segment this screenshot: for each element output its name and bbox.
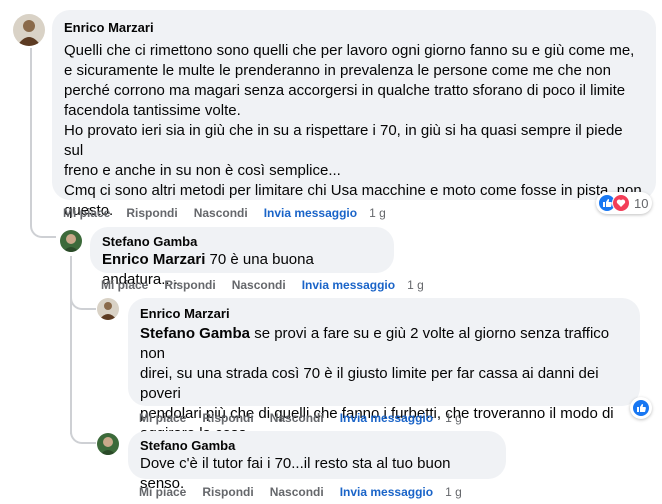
comment-bubble: Enrico Marzari Quelli che ci rimettono s… bbox=[52, 10, 656, 219]
thread-line bbox=[70, 256, 72, 434]
thread-line bbox=[70, 290, 96, 310]
like-icon bbox=[632, 399, 650, 417]
reply-button[interactable]: Rispondi bbox=[202, 485, 253, 499]
comment-actions: Mi piace Rispondi Nascondi Invia messagg… bbox=[63, 205, 402, 221]
avatar[interactable] bbox=[13, 14, 45, 46]
timestamp[interactable]: 1 g bbox=[407, 278, 424, 292]
comment-author[interactable]: Stefano Gamba bbox=[140, 438, 494, 454]
comment-actions: Mi piace Rispondi Nascondi Invia messagg… bbox=[139, 410, 478, 426]
hide-button[interactable]: Nascondi bbox=[270, 485, 324, 499]
timestamp[interactable]: 1 g bbox=[369, 206, 386, 220]
like-button[interactable]: Mi piace bbox=[139, 485, 186, 499]
comment-author[interactable]: Enrico Marzari bbox=[140, 306, 628, 322]
hide-button[interactable]: Nascondi bbox=[270, 411, 324, 425]
mention-link[interactable]: Stefano Gamba bbox=[140, 325, 250, 342]
like-button[interactable]: Mi piace bbox=[101, 278, 148, 292]
send-message-button[interactable]: Invia messaggio bbox=[340, 485, 433, 499]
send-message-button[interactable]: Invia messaggio bbox=[264, 206, 357, 220]
love-icon bbox=[612, 194, 630, 212]
hide-button[interactable]: Nascondi bbox=[194, 206, 248, 220]
comment-author[interactable]: Stefano Gamba bbox=[102, 234, 382, 250]
comment-author[interactable]: Enrico Marzari bbox=[64, 20, 644, 36]
comment-bubble: Stefano Gamba Enrico Marzari 70 è una bu… bbox=[90, 227, 394, 288]
reactions-summary[interactable] bbox=[630, 397, 652, 419]
thread-line bbox=[70, 420, 96, 444]
reactions-summary[interactable]: 10 bbox=[596, 192, 653, 214]
like-button[interactable]: Mi piace bbox=[139, 411, 186, 425]
mention-link[interactable]: Enrico Marzari bbox=[102, 251, 205, 268]
avatar[interactable] bbox=[97, 298, 119, 320]
comment-bubble: Stefano Gamba Dove c'è il tutor fai i 70… bbox=[128, 431, 506, 492]
comment-text: Quelli che ci rimettono sono quelli che … bbox=[64, 42, 635, 119]
comment-bubble: Enrico Marzari Stefano Gamba se provi a … bbox=[128, 298, 640, 442]
send-message-button[interactable]: Invia messaggio bbox=[302, 278, 395, 292]
hide-button[interactable]: Nascondi bbox=[232, 278, 286, 292]
like-button[interactable]: Mi piace bbox=[63, 206, 110, 220]
comment-actions: Mi piace Rispondi Nascondi Invia messagg… bbox=[139, 484, 478, 500]
send-message-button[interactable]: Invia messaggio bbox=[340, 411, 433, 425]
reply-button[interactable]: Rispondi bbox=[164, 278, 215, 292]
comment-text: Stefano Gamba se provi a fare su e giù 2… bbox=[140, 324, 628, 444]
comment-text: Ho provato ieri sia in giù che in su a r… bbox=[64, 122, 623, 179]
avatar[interactable] bbox=[60, 230, 82, 252]
timestamp[interactable]: 1 g bbox=[445, 411, 462, 425]
avatar[interactable] bbox=[97, 433, 119, 455]
timestamp[interactable]: 1 g bbox=[445, 485, 462, 499]
comment-actions: Mi piace Rispondi Nascondi Invia messagg… bbox=[101, 277, 440, 293]
reply-button[interactable]: Rispondi bbox=[202, 411, 253, 425]
reaction-count: 10 bbox=[634, 195, 649, 211]
reply-button[interactable]: Rispondi bbox=[126, 206, 177, 220]
